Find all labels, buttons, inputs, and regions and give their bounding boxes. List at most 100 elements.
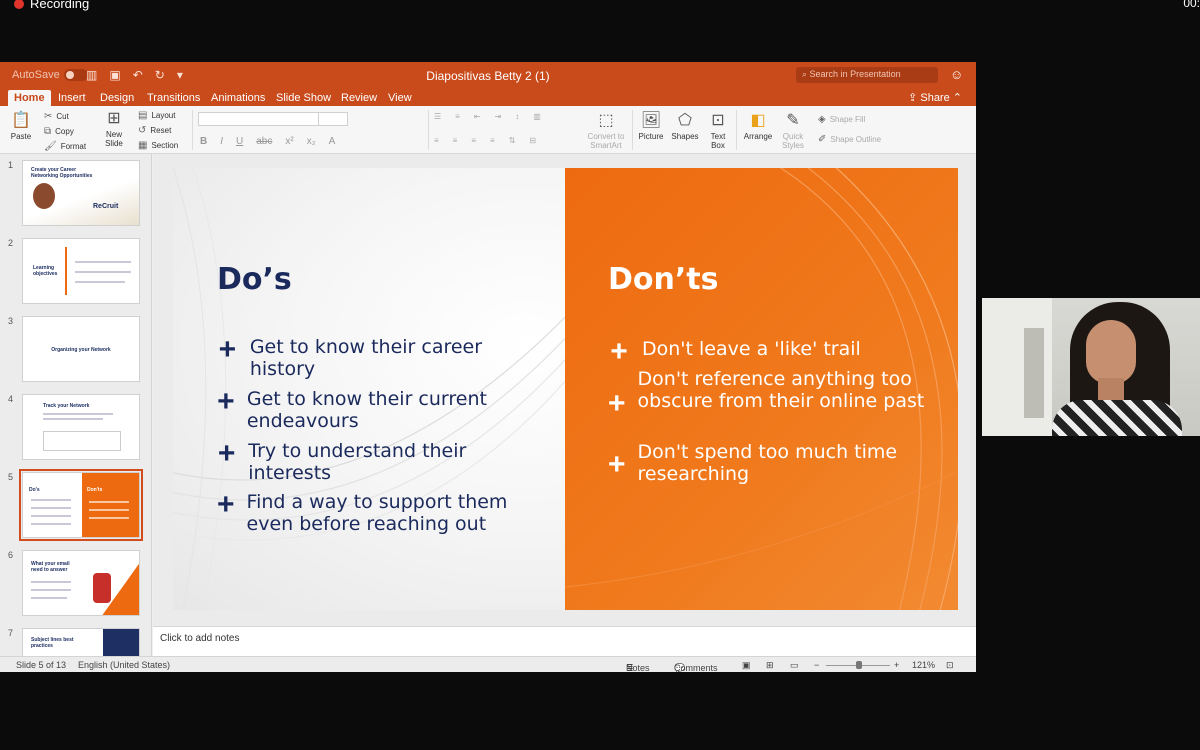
paste-button[interactable]: 📋 Paste bbox=[8, 112, 34, 141]
slide-thumbnail-7[interactable]: Subject lines best practices bbox=[22, 628, 140, 656]
share-label: Share bbox=[920, 92, 950, 104]
align-text-icon[interactable]: ⊟ bbox=[529, 136, 536, 145]
illustration-person bbox=[93, 573, 111, 603]
thumbnail-title: What your email need to answer bbox=[31, 561, 70, 573]
shapes-button[interactable]: ⬠ Shapes bbox=[670, 112, 700, 141]
thumbnail-title: Do's bbox=[29, 487, 40, 493]
font-size-field[interactable] bbox=[318, 112, 354, 126]
donts-item-text: Don't leave a 'like' trail bbox=[642, 338, 861, 360]
new-slide-button[interactable]: ⊞ New Slide bbox=[100, 110, 128, 148]
justify-icon[interactable]: ≡ bbox=[490, 136, 495, 145]
thumbnail-line bbox=[43, 413, 113, 415]
copy-button[interactable]: ⧉ Copy bbox=[44, 126, 74, 137]
zoom-out-icon[interactable]: − bbox=[814, 660, 819, 670]
strikethrough-icon[interactable]: abc bbox=[256, 136, 272, 147]
columns-icon[interactable]: ▥ bbox=[533, 112, 541, 121]
tab-view[interactable]: View bbox=[382, 90, 418, 106]
text-box-label: Text Box bbox=[710, 132, 726, 150]
dos-item-text: Find a way to support them even before r… bbox=[246, 491, 508, 535]
slide-sorter-icon[interactable]: ⊞ bbox=[766, 660, 774, 671]
section-button[interactable]: ▦ Section bbox=[138, 140, 178, 151]
notes-field[interactable]: Click to add notes bbox=[153, 626, 976, 656]
numbering-icon[interactable]: ≡ bbox=[455, 112, 460, 121]
reset-button[interactable]: ↺ Reset bbox=[138, 125, 171, 136]
slide-thumbnail-6[interactable]: What your email need to answer bbox=[22, 550, 140, 616]
thumbnail-line bbox=[31, 581, 71, 583]
clock: 00: bbox=[1183, 0, 1200, 10]
plus-icon: + bbox=[608, 448, 626, 481]
increase-indent-icon[interactable]: ⇥ bbox=[495, 112, 502, 121]
arrange-button[interactable]: ◧ Arrange bbox=[742, 112, 774, 141]
language-status[interactable]: English (United States) bbox=[78, 660, 170, 670]
tab-slide-show[interactable]: Slide Show bbox=[270, 90, 337, 106]
tab-animations[interactable]: Animations bbox=[205, 90, 271, 106]
text-direction-icon[interactable]: ⇅ bbox=[509, 136, 516, 145]
share-button[interactable]: ⇪ Share ⌃ bbox=[908, 91, 962, 104]
align-left-icon[interactable]: ≡ bbox=[434, 136, 439, 145]
shape-outline-button[interactable]: ✐ Shape Outline bbox=[818, 134, 881, 145]
layout-button[interactable]: ▤ Layout bbox=[138, 110, 175, 121]
slide-thumbnail-4[interactable]: Track your Network bbox=[22, 394, 140, 460]
line-spacing-icon[interactable]: ↕ bbox=[515, 112, 519, 121]
tab-transitions[interactable]: Transitions bbox=[141, 90, 206, 106]
plus-icon: + bbox=[217, 437, 236, 470]
thumbnail-line bbox=[89, 501, 129, 503]
quick-styles-button[interactable]: ✎ Quick Styles bbox=[778, 112, 808, 150]
convert-smartart-button[interactable]: ⬚ Convert to SmartArt bbox=[584, 112, 628, 150]
thumbnail-number: 4 bbox=[8, 394, 14, 404]
superscript-icon[interactable]: x² bbox=[285, 136, 293, 147]
fit-to-window-icon[interactable]: ⊡ bbox=[946, 660, 954, 671]
section-label: Section bbox=[151, 141, 179, 150]
paragraph-controls: ☰ ≡ ⇤ ⇥ ↕ ▥ bbox=[434, 112, 541, 121]
text-box-icon: ⊡ bbox=[711, 112, 725, 129]
font-color-icon[interactable]: A bbox=[329, 136, 336, 147]
thumbnail-divider bbox=[65, 247, 67, 295]
slide-thumbnail-2[interactable]: Learning objectives bbox=[22, 238, 140, 304]
smartart-icon: ⬚ bbox=[598, 112, 614, 129]
format-painter-button[interactable]: 🖌 Format bbox=[44, 141, 86, 152]
reset-icon: ↺ bbox=[138, 125, 147, 136]
current-slide[interactable]: Do’s Don’ts + Get to know their career h… bbox=[173, 168, 958, 610]
webcam-video-feed bbox=[982, 298, 1200, 436]
align-right-icon[interactable]: ≡ bbox=[471, 136, 476, 145]
italic-icon[interactable]: I bbox=[220, 136, 223, 147]
feedback-icon[interactable]: ☺ bbox=[950, 67, 963, 82]
tab-insert[interactable]: Insert bbox=[52, 90, 92, 106]
text-box-button[interactable]: ⊡ Text Box bbox=[706, 112, 730, 150]
reading-view-icon[interactable]: ▭ bbox=[790, 660, 799, 671]
slide-thumbnail-1[interactable]: Create your Career Networking Opportunit… bbox=[22, 160, 140, 226]
slide-thumbnail-3[interactable]: Organizing your Network bbox=[22, 316, 140, 382]
bold-icon[interactable]: B bbox=[200, 136, 207, 147]
zoom-slider-handle[interactable] bbox=[856, 661, 862, 669]
shapes-label: Shapes bbox=[671, 132, 699, 141]
thumbnail-line bbox=[89, 509, 129, 511]
scissors-icon: ✂ bbox=[44, 111, 53, 122]
normal-view-icon[interactable]: ▣ bbox=[742, 660, 751, 671]
copy-icon: ⧉ bbox=[44, 126, 52, 137]
decrease-indent-icon[interactable]: ⇤ bbox=[474, 112, 481, 121]
notes-toggle-label: Notes bbox=[626, 663, 650, 672]
underline-icon[interactable]: U bbox=[236, 136, 243, 147]
tab-home[interactable]: Home bbox=[8, 90, 51, 106]
align-center-icon[interactable]: ≡ bbox=[453, 136, 458, 145]
zoom-level[interactable]: 121% bbox=[912, 660, 935, 670]
recording-label: Recording bbox=[30, 0, 90, 11]
picture-label: Picture bbox=[638, 132, 664, 141]
thumbnail-number: 7 bbox=[8, 628, 14, 638]
search-placeholder: Search in Presentation bbox=[809, 69, 901, 79]
slide-thumbnail-5[interactable]: Do's Don'ts bbox=[19, 469, 143, 541]
tab-review[interactable]: Review bbox=[335, 90, 383, 106]
thumbnail-line bbox=[75, 261, 131, 263]
ribbon-divider bbox=[428, 110, 429, 150]
shape-fill-button[interactable]: ◈ Shape Fill bbox=[818, 114, 865, 125]
search-input[interactable]: ⌕ Search in Presentation bbox=[796, 67, 938, 83]
quick-styles-label: Quick Styles bbox=[782, 132, 804, 150]
zoom-in-icon[interactable]: + bbox=[894, 660, 899, 670]
tab-design[interactable]: Design bbox=[94, 90, 140, 106]
subscript-icon[interactable]: x₂ bbox=[307, 136, 316, 147]
bullets-icon[interactable]: ☰ bbox=[434, 112, 441, 121]
cut-button[interactable]: ✂ Cut bbox=[44, 111, 69, 122]
slide-editing-area: Do’s Don’ts + Get to know their career h… bbox=[153, 154, 976, 672]
ribbon-tabs: Home Insert Design Transitions Animation… bbox=[0, 88, 976, 106]
picture-button[interactable]: 🖼 Picture bbox=[637, 112, 665, 141]
